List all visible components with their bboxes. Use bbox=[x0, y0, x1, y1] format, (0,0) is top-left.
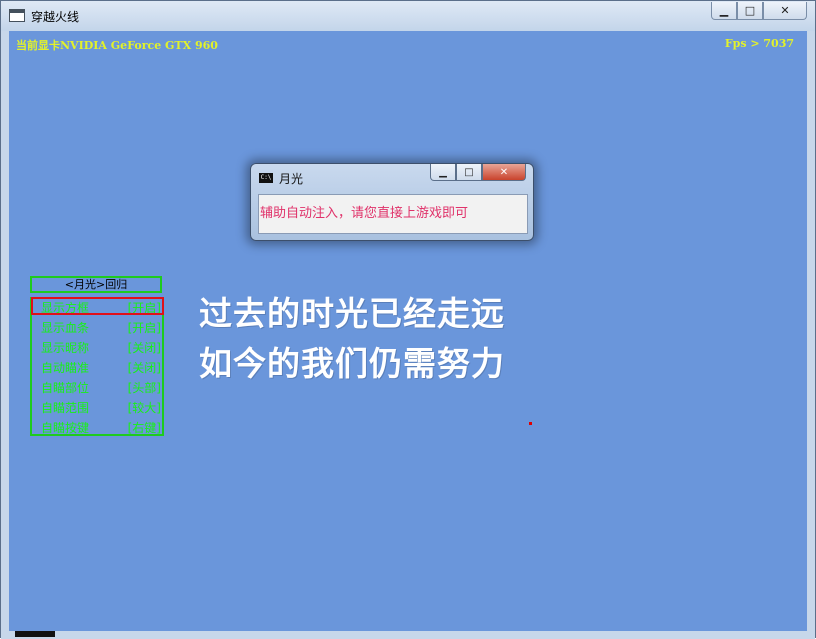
window-titlebar[interactable]: 穿越火线 ▁ □ ✕ bbox=[1, 1, 815, 31]
menu-item-state: [开启] bbox=[127, 321, 161, 335]
cheat-menu-list: 显示方框 [开启] 显示血条 [开启] 显示昵称 [关闭] 自动瞄准 [关闭] … bbox=[30, 297, 164, 436]
maximize-icon[interactable]: □ bbox=[456, 164, 482, 181]
menu-item-state: [关闭] bbox=[127, 341, 161, 355]
menu-item-state: [较大] bbox=[127, 401, 161, 415]
minimize-icon[interactable]: ▁ bbox=[430, 164, 456, 181]
menu-item[interactable]: 自瞄范围 [较大] bbox=[41, 399, 161, 419]
menu-item-label: 自瞄范围 bbox=[41, 401, 90, 415]
app-icon bbox=[9, 9, 25, 22]
slogan-line-1: 过去的时光已经走远 bbox=[199, 294, 505, 333]
menu-selection-highlight bbox=[31, 297, 164, 315]
crosshair-dot bbox=[529, 422, 532, 425]
game-viewport[interactable]: 当前显卡NVIDIA GeForce GTX 960 Fps > 7037 <月… bbox=[9, 31, 807, 631]
slogan-line-2: 如今的我们仍需努力 bbox=[199, 344, 505, 383]
menu-item[interactable]: 自动瞄准 [关闭] bbox=[41, 359, 161, 379]
menu-item[interactable]: 自瞄部位 [头部] bbox=[41, 379, 161, 399]
menu-item-label: 显示昵称 bbox=[41, 341, 90, 355]
fps-counter: Fps > 7037 bbox=[724, 37, 794, 50]
close-icon[interactable]: ✕ bbox=[763, 2, 807, 20]
menu-item[interactable]: 显示昵称 [关闭] bbox=[41, 339, 161, 359]
menu-item-label: 自动瞄准 bbox=[41, 361, 90, 375]
maximize-icon[interactable]: □ bbox=[737, 2, 763, 20]
menu-item-state: [头部] bbox=[127, 381, 161, 395]
dialog-message: 辅助自动注入，请您直接上游戏即可 bbox=[258, 194, 528, 234]
console-icon: C:\ bbox=[259, 173, 273, 183]
close-icon[interactable]: ✕ bbox=[482, 164, 526, 181]
menu-item-label: 自瞄部位 bbox=[41, 381, 90, 395]
menu-item-label: 显示血条 bbox=[41, 321, 90, 335]
menu-item-state: [关闭] bbox=[127, 361, 161, 375]
cheat-menu-header: <月光>回归 bbox=[30, 276, 162, 293]
minimize-icon[interactable]: ▁ bbox=[711, 2, 737, 20]
bottom-block bbox=[15, 631, 55, 637]
menu-item[interactable]: 显示血条 [开启] bbox=[41, 319, 161, 339]
window-controls: ▁ □ ✕ bbox=[711, 2, 807, 22]
menu-item-state: [右键] bbox=[127, 421, 161, 435]
gpu-label: 当前显卡NVIDIA GeForce GTX 960 bbox=[16, 39, 218, 52]
menu-item[interactable]: 自瞄按键 [右键] bbox=[41, 419, 161, 439]
window-title: 穿越火线 bbox=[31, 10, 80, 24]
dialog-title: 月光 bbox=[279, 172, 304, 186]
dialog-controls: ▁ □ ✕ bbox=[430, 164, 526, 181]
injector-dialog: C:\ 月光 ▁ □ ✕ 辅助自动注入，请您直接上游戏即可 bbox=[250, 163, 534, 241]
menu-item-label: 自瞄按键 bbox=[41, 421, 90, 435]
game-window: 穿越火线 ▁ □ ✕ 当前显卡NVIDIA GeForce GTX 960 Fp… bbox=[0, 0, 816, 639]
